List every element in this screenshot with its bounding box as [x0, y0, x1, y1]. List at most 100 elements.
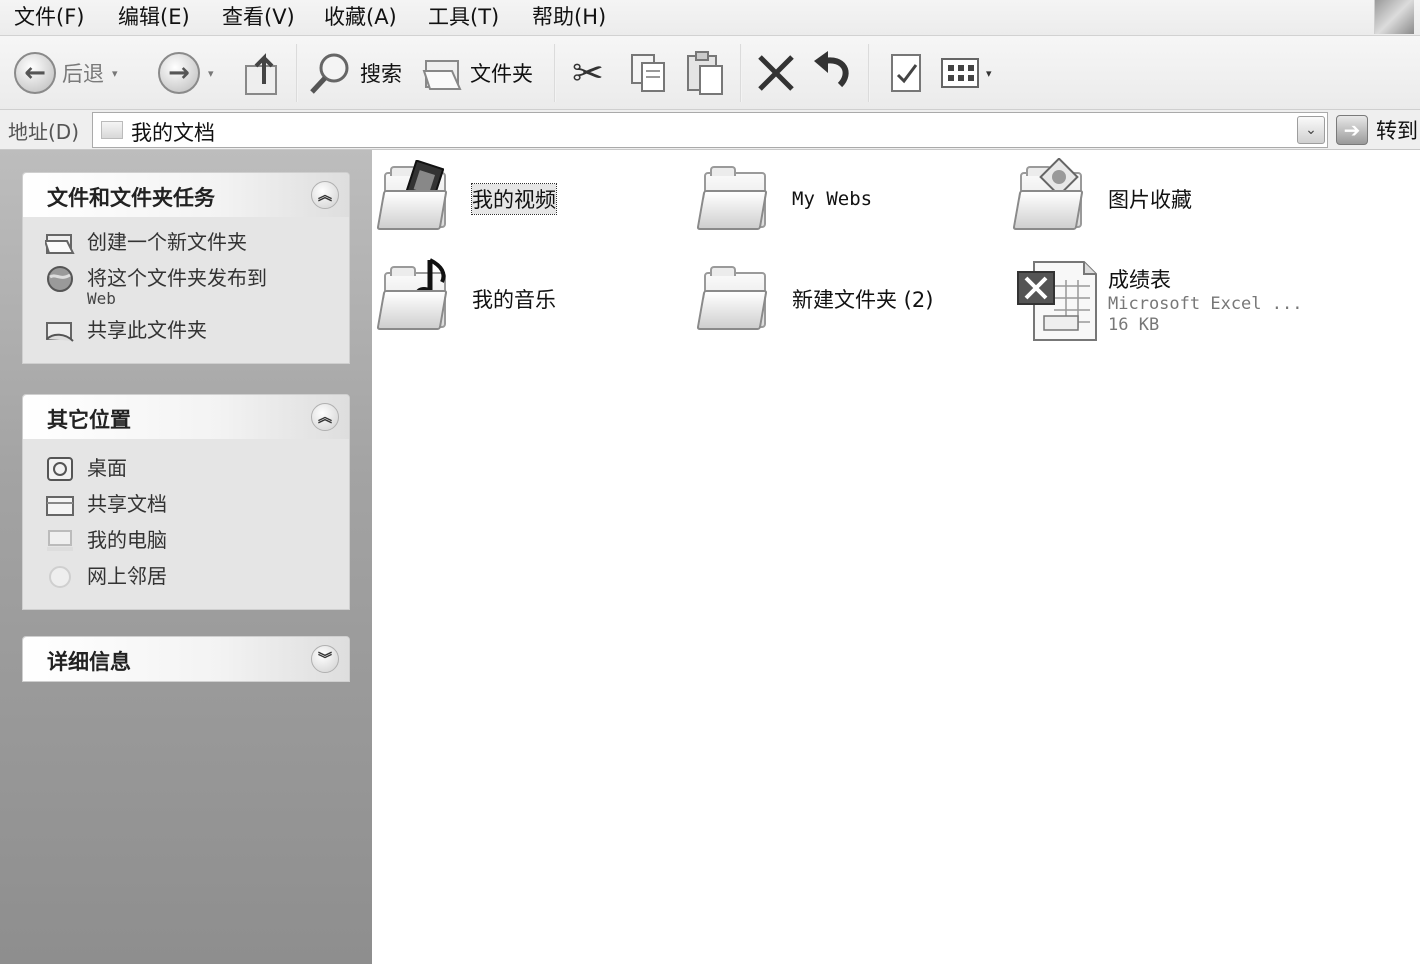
back-dropdown-icon[interactable]: ▾	[112, 67, 118, 80]
file-item[interactable]: 新建文件夹 (2)	[696, 256, 934, 342]
search-label: 搜索	[360, 62, 402, 86]
up-folder-button[interactable]	[242, 46, 286, 100]
menu-edit[interactable]: 编辑(E)	[118, 4, 190, 30]
views-button[interactable]: ▾	[938, 46, 992, 100]
other-places-panel: 其它位置 ︽ 桌面 共享文档 我的电脑 网上邻居	[22, 394, 350, 610]
collapse-up-icon[interactable]: ︽	[311, 403, 339, 431]
file-item[interactable]: 我的音乐	[376, 256, 556, 342]
address-label: 地址(D)	[8, 120, 80, 144]
task-label: 将这个文件夹发布到	[87, 266, 267, 290]
copy-icon	[631, 54, 665, 92]
file-size: 16 KB	[1108, 315, 1160, 335]
share-folder-icon	[45, 318, 75, 344]
network-icon	[45, 564, 75, 590]
menu-tools[interactable]: 工具(T)	[428, 4, 499, 30]
panel-header[interactable]: 详细信息 ︾	[23, 637, 349, 681]
address-dropdown-icon[interactable]: ⌄	[1297, 116, 1325, 144]
forward-button[interactable]: → ▾	[158, 46, 214, 100]
folders-icon	[422, 60, 462, 90]
file-folder-tasks-panel: 文件和文件夹任务 ︽ 创建一个新文件夹 将这个文件夹发布到 Web 共享此文件夹	[22, 172, 350, 364]
task-label-wrap: 将这个文件夹发布到 Web	[87, 266, 267, 308]
views-icon	[941, 58, 979, 88]
back-arrow-icon: ←	[14, 52, 56, 94]
desktop-icon	[45, 456, 75, 482]
back-button[interactable]: ← 后退 ▾	[14, 46, 118, 100]
forward-arrow-icon: →	[158, 52, 200, 94]
place-shared-documents[interactable]: 共享文档	[23, 487, 349, 523]
task-share-folder[interactable]: 共享此文件夹	[23, 313, 349, 349]
video-folder-icon	[376, 156, 464, 242]
file-name: 新建文件夹 (2)	[792, 288, 934, 312]
folders-label: 文件夹	[470, 62, 533, 86]
undo-button[interactable]	[810, 46, 856, 100]
panel-title: 文件和文件夹任务	[47, 186, 215, 210]
menu-help[interactable]: 帮助(H)	[532, 4, 606, 30]
properties-icon	[891, 54, 921, 92]
delete-button[interactable]	[754, 46, 798, 100]
task-publish-web[interactable]: 将这个文件夹发布到 Web	[23, 261, 349, 313]
collapse-up-icon[interactable]: ︽	[311, 181, 339, 209]
scissors-icon: ✂	[572, 51, 604, 95]
computer-icon	[45, 528, 75, 554]
back-label: 后退	[62, 62, 104, 86]
address-bar: 地址(D) 我的文档 ⌄ ➔ 转到	[0, 110, 1420, 150]
copy-button[interactable]	[628, 46, 670, 100]
menu-file[interactable]: 文件(F)	[14, 4, 84, 30]
menu-bar: 文件(F) 编辑(E) 查看(V) 收藏(A) 工具(T) 帮助(H)	[0, 0, 1420, 36]
folder-icon	[696, 156, 784, 242]
menu-view[interactable]: 查看(V)	[222, 4, 295, 30]
task-label: 创建一个新文件夹	[87, 230, 247, 254]
toolbar: ← 后退 ▾ → ▾ 搜索 文件夹 ✂ ▾	[0, 36, 1420, 110]
file-name: My Webs	[792, 188, 873, 210]
task-label: 共享此文件夹	[87, 318, 207, 342]
search-button[interactable]: 搜索	[308, 46, 402, 100]
file-details: 成绩表 Microsoft Excel ... 16 KB	[1100, 264, 1302, 336]
search-icon	[310, 53, 349, 94]
windows-logo-icon	[1374, 0, 1414, 34]
panel-header[interactable]: 文件和文件夹任务 ︽	[23, 173, 349, 217]
expand-down-icon[interactable]: ︾	[311, 645, 339, 673]
place-label: 共享文档	[87, 492, 167, 516]
panel-header[interactable]: 其它位置 ︽	[23, 395, 349, 439]
cut-button[interactable]: ✂	[572, 46, 604, 100]
paste-button[interactable]	[684, 46, 728, 100]
delete-x-icon	[758, 55, 794, 91]
folders-button[interactable]: 文件夹	[422, 46, 533, 100]
folder-icon	[45, 492, 75, 518]
forward-dropdown-icon[interactable]: ▾	[208, 67, 214, 80]
globe-icon	[45, 266, 75, 292]
task-new-folder[interactable]: 创建一个新文件夹	[23, 225, 349, 261]
file-item[interactable]: My Webs	[696, 156, 873, 242]
task-pane: 文件和文件夹任务 ︽ 创建一个新文件夹 将这个文件夹发布到 Web 共享此文件夹…	[0, 150, 372, 964]
file-type: Microsoft Excel ...	[1108, 294, 1303, 314]
undo-icon	[814, 51, 849, 88]
file-name: 我的视频	[471, 183, 557, 215]
new-folder-icon	[45, 230, 75, 256]
music-folder-icon	[376, 256, 464, 342]
go-button[interactable]: ➔ 转到	[1336, 114, 1418, 146]
file-name: 图片收藏	[1108, 188, 1192, 212]
file-item[interactable]: 我的视频	[376, 156, 557, 242]
file-item[interactable]: 成绩表 Microsoft Excel ... 16 KB	[1014, 256, 1302, 342]
place-desktop[interactable]: 桌面	[23, 451, 349, 487]
go-arrow-icon: ➔	[1336, 115, 1368, 145]
views-dropdown-icon[interactable]: ▾	[986, 67, 992, 80]
file-name: 我的音乐	[472, 288, 556, 312]
place-my-computer[interactable]: 我的电脑	[23, 523, 349, 559]
toolbar-separator	[296, 44, 298, 102]
place-label: 桌面	[87, 456, 127, 480]
place-label: 网上邻居	[87, 564, 167, 588]
excel-file-icon	[1014, 256, 1100, 342]
properties-button[interactable]	[888, 46, 926, 100]
paste-icon	[687, 51, 723, 95]
place-network[interactable]: 网上邻居	[23, 559, 349, 595]
address-value: 我的文档	[131, 121, 215, 145]
address-input[interactable]: 我的文档 ⌄	[92, 112, 1328, 148]
task-sublabel: Web	[87, 289, 116, 308]
go-label: 转到	[1376, 119, 1418, 143]
panel-title: 详细信息	[47, 650, 131, 674]
panel-title: 其它位置	[47, 408, 131, 432]
menu-favorites[interactable]: 收藏(A)	[324, 4, 397, 30]
file-item[interactable]: 图片收藏	[1012, 156, 1192, 242]
details-panel: 详细信息 ︾	[22, 636, 350, 682]
